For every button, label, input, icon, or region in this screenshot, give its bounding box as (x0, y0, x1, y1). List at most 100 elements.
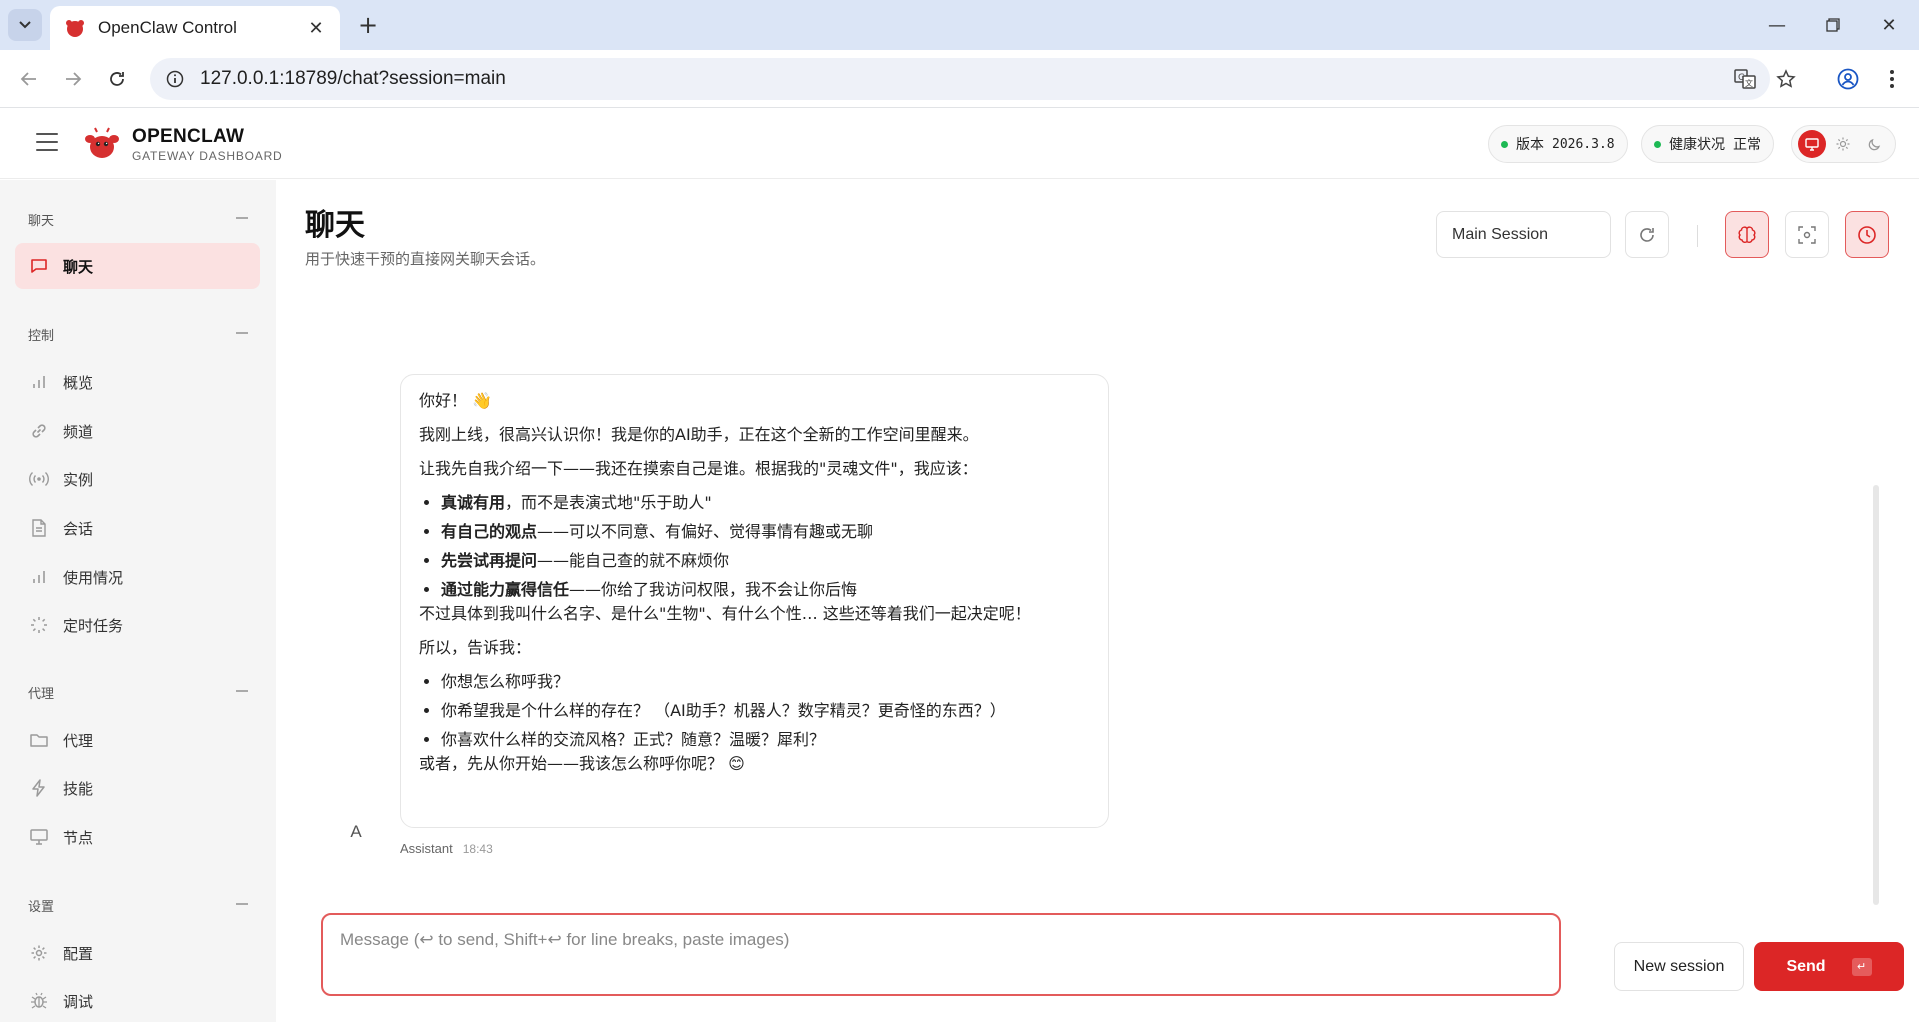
brand-subtitle: GATEWAY DASHBOARD (132, 149, 283, 163)
sidebar-item-instances[interactable]: 实例 (15, 456, 260, 502)
collapse-icon[interactable] (236, 690, 248, 692)
forward-button[interactable] (58, 64, 88, 94)
sidebar-item-nodes[interactable]: 节点 (15, 814, 260, 860)
status-dot-icon (1654, 140, 1661, 148)
bullet-text: ，而不是表演式地"乐于助人" (505, 493, 712, 512)
bookmark-button[interactable] (1771, 64, 1801, 94)
broadcast-icon (29, 469, 49, 489)
browser-tab[interactable]: OpenClaw Control ✕ (50, 6, 340, 50)
sidebar-section-control[interactable]: 控制 (28, 325, 54, 344)
new-session-button[interactable]: New session (1614, 942, 1744, 991)
closing-text: 或者，先从你开始——我该怎么称呼你呢？ (419, 754, 724, 773)
moon-icon (1868, 138, 1881, 151)
close-window-button[interactable]: ✕ (1861, 0, 1917, 50)
openclaw-logo-icon (85, 127, 119, 158)
clock-icon (1858, 225, 1876, 244)
sidebar-item-channels[interactable]: 频道 (15, 408, 260, 454)
chat-scrollbar[interactable] (1873, 485, 1879, 905)
send-button[interactable]: Send ↵ (1754, 942, 1904, 991)
theme-dark-button[interactable] (1861, 130, 1889, 158)
traits-list: 真诚有用，而不是表演式地"乐于助人" 有自己的观点——可以不同意、有偏好、觉得事… (419, 491, 1090, 602)
bullet-bold: 先尝试再提问 (441, 551, 538, 570)
tab-search-button[interactable] (8, 9, 42, 41)
sidebar-item-chat[interactable]: 聊天 (15, 243, 260, 289)
message-meta: Assistant 18:43 (400, 841, 493, 856)
arrow-left-icon (20, 72, 36, 86)
message-paragraph: 所以，告诉我： (419, 638, 532, 657)
collapse-icon[interactable] (236, 332, 248, 334)
refresh-button[interactable] (1625, 211, 1669, 258)
version-label: 版本 (1516, 137, 1544, 153)
sidebar-item-label: 使用情况 (63, 568, 124, 587)
address-bar[interactable]: 127.0.0.1:18789/chat?session=main (150, 58, 1770, 100)
theme-system-button[interactable] (1797, 130, 1826, 158)
profile-button[interactable] (1833, 64, 1863, 94)
new-tab-button[interactable]: + (352, 9, 384, 41)
message-paragraph: 让我先自我介绍一下——我还在摸索自己是谁。根据我的"灵魂文件"，我应该： (419, 459, 978, 478)
browser-menu-button[interactable] (1877, 64, 1907, 94)
focus-mode-button[interactable] (1785, 211, 1829, 258)
sidebar-item-label: 聊天 (63, 257, 94, 276)
sidebar-item-label: 代理 (63, 731, 94, 750)
bar-chart-icon (29, 372, 49, 392)
smile-emoji-icon: 😊 (728, 754, 745, 773)
list-item: 先尝试再提问——能自己查的就不麻烦你 (441, 549, 1090, 573)
sidebar-item-label: 实例 (63, 470, 94, 489)
waving-hand-icon: 👋 (472, 391, 493, 410)
sidebar-item-label: 技能 (63, 779, 94, 798)
sidebar-item-debug[interactable]: 调试 (15, 978, 260, 1022)
refresh-icon (1640, 227, 1654, 242)
sidebar-item-overview[interactable]: 概览 (15, 359, 260, 405)
document-icon (29, 518, 49, 538)
restore-button[interactable] (1805, 0, 1861, 50)
profile-icon (1837, 68, 1859, 90)
bug-icon (29, 991, 49, 1011)
app-header: OPENCLAW GATEWAY DASHBOARD 版本 2026.3.8 健… (0, 109, 1919, 179)
sidebar-item-config[interactable]: 配置 (15, 930, 260, 976)
sidebar-section-agents[interactable]: 代理 (28, 683, 54, 702)
bullet-text: ——能自己查的就不麻烦你 (537, 551, 730, 570)
folder-icon (29, 730, 49, 750)
assistant-message: 你好！ 👋 我刚上线，很高兴认识你！我是你的AI助手，正在这个全新的工作空间里醒… (400, 374, 1109, 828)
menu-toggle-icon[interactable] (36, 133, 58, 151)
sidebar-item-usage[interactable]: 使用情况 (15, 554, 260, 600)
message-closing: 或者，先从你开始——我该怎么称呼你呢？ 😊 (419, 752, 1090, 776)
sidebar-item-skills[interactable]: 技能 (15, 765, 260, 811)
session-select[interactable]: Main Session (1436, 211, 1611, 258)
theme-switcher (1791, 125, 1896, 163)
url-text[interactable]: 127.0.0.1:18789/chat?session=main (200, 68, 506, 90)
sidebar-item-agents[interactable]: 代理 (15, 717, 260, 763)
restore-icon (1826, 18, 1840, 32)
sidebar-section-chat[interactable]: 聊天 (28, 210, 54, 229)
list-item: 真诚有用，而不是表演式地"乐于助人" (441, 491, 1090, 515)
openclaw-favicon-icon (66, 20, 84, 37)
page-title: 聊天 (305, 208, 365, 243)
status-dot-icon (1501, 140, 1508, 148)
translate-button[interactable]: G文 (1730, 64, 1760, 94)
minimize-button[interactable]: — (1749, 0, 1805, 50)
sidebar-item-sessions[interactable]: 会话 (15, 505, 260, 551)
translate-icon: G文 (1734, 69, 1756, 89)
list-item: 有自己的观点——可以不同意、有偏好、觉得事情有趣或无聊 (441, 520, 1090, 544)
tab-close-icon[interactable]: ✕ (306, 18, 326, 39)
collapse-icon[interactable] (236, 217, 248, 219)
theme-light-button[interactable] (1829, 130, 1857, 158)
collapse-icon[interactable] (236, 903, 248, 905)
history-button[interactable] (1845, 211, 1889, 258)
loader-icon (29, 615, 49, 635)
browser-tab-bar: OpenClaw Control ✕ + — ✕ (0, 0, 1919, 50)
back-button[interactable] (14, 64, 44, 94)
thinking-toggle-button[interactable] (1725, 211, 1769, 258)
message-time: 18:43 (462, 842, 493, 856)
enter-key-icon: ↵ (1851, 957, 1872, 976)
bullet-text: ——可以不同意、有偏好、觉得事情有趣或无聊 (537, 522, 874, 541)
reload-button[interactable] (102, 64, 132, 94)
focus-icon (1798, 225, 1816, 244)
message-input[interactable]: Message (↩ to send, Shift+↩ for line bre… (321, 913, 1561, 996)
site-info-icon[interactable] (166, 70, 184, 88)
sidebar-item-cron[interactable]: 定时任务 (15, 602, 260, 648)
message-greeting: 你好！ 👋 (419, 389, 1090, 413)
sidebar-section-settings[interactable]: 设置 (28, 896, 54, 915)
link-icon (29, 421, 49, 441)
message-paragraph: 我刚上线，很高兴认识你！我是你的AI助手，正在这个全新的工作空间里醒来。 (419, 425, 979, 444)
